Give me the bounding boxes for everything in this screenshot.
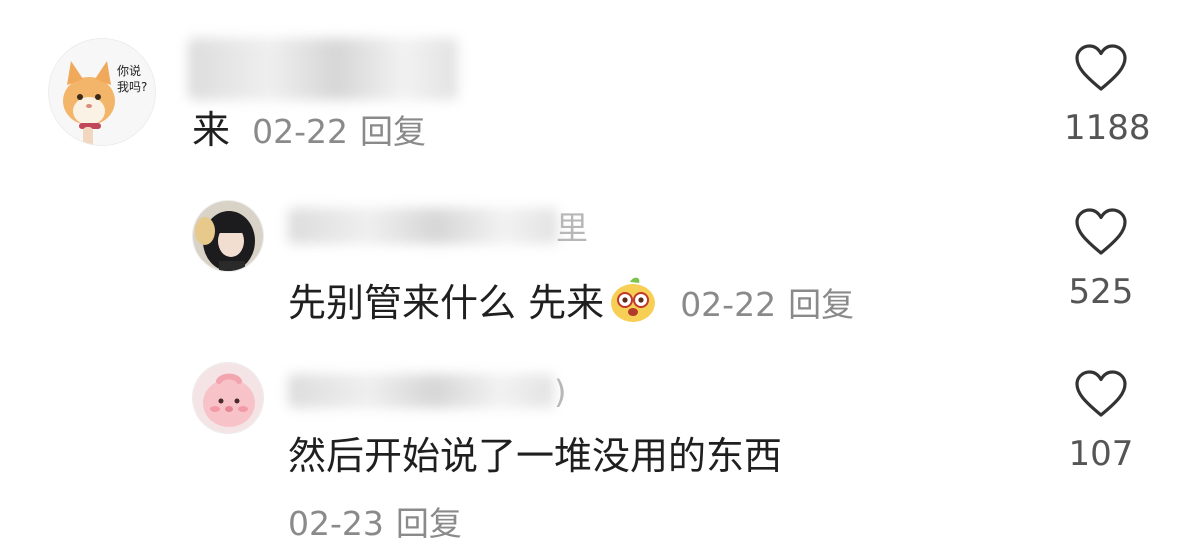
comment-text: 然后开始说了一堆没用的东西 [288,434,783,478]
comment-text: 先别管来什么 先来 02-22 回复 [288,274,854,333]
reply-button[interactable]: 回复 [396,504,462,543]
avatar-cat[interactable]: 你说 我吗? [48,38,156,146]
svg-text:我吗?: 我吗? [117,80,147,94]
like-button[interactable]: 1188 [1064,44,1151,148]
comment-meta: 02-23 回复 [288,504,462,544]
comment-date: 02-22 [252,112,348,151]
reply-button[interactable]: 回复 [788,285,854,324]
username-suffix: 里 [556,209,589,247]
like-count: 107 [1068,434,1134,474]
heart-outline-icon [1075,208,1127,255]
like-count: 1188 [1064,108,1151,148]
username-blurred[interactable] [288,374,554,408]
comment-date: 02-22 [680,285,777,324]
like-button[interactable]: 107 [1064,370,1138,474]
avatar-girl[interactable] [192,200,264,272]
avatar-pink-toy[interactable] [192,362,264,434]
comment-date: 02-23 [288,504,384,543]
username-blurred[interactable] [188,38,458,100]
comment-body: 来 [192,108,231,152]
svg-text:你说: 你说 [117,63,141,78]
cat-avatar-image: 你说 我吗? [49,39,155,145]
comment-text: 来 02-22 回复 [192,108,426,154]
like-count: 525 [1068,272,1134,312]
heart-outline-icon [1075,44,1127,91]
like-button[interactable]: 525 [1064,208,1138,312]
comment-body: 先别管来什么 先来 [288,281,605,325]
heart-outline-icon [1075,370,1127,417]
comment-meta: 02-22 回复 [680,285,854,324]
reply-button[interactable]: 回复 [360,112,426,151]
smiling-emoji-icon [608,274,658,333]
username-suffix: ) [554,373,567,411]
pink-toy-avatar-image [193,363,263,433]
comment-meta: 02-22 回复 [252,112,426,151]
username-blurred[interactable] [288,208,558,244]
girl-avatar-image [193,201,263,271]
